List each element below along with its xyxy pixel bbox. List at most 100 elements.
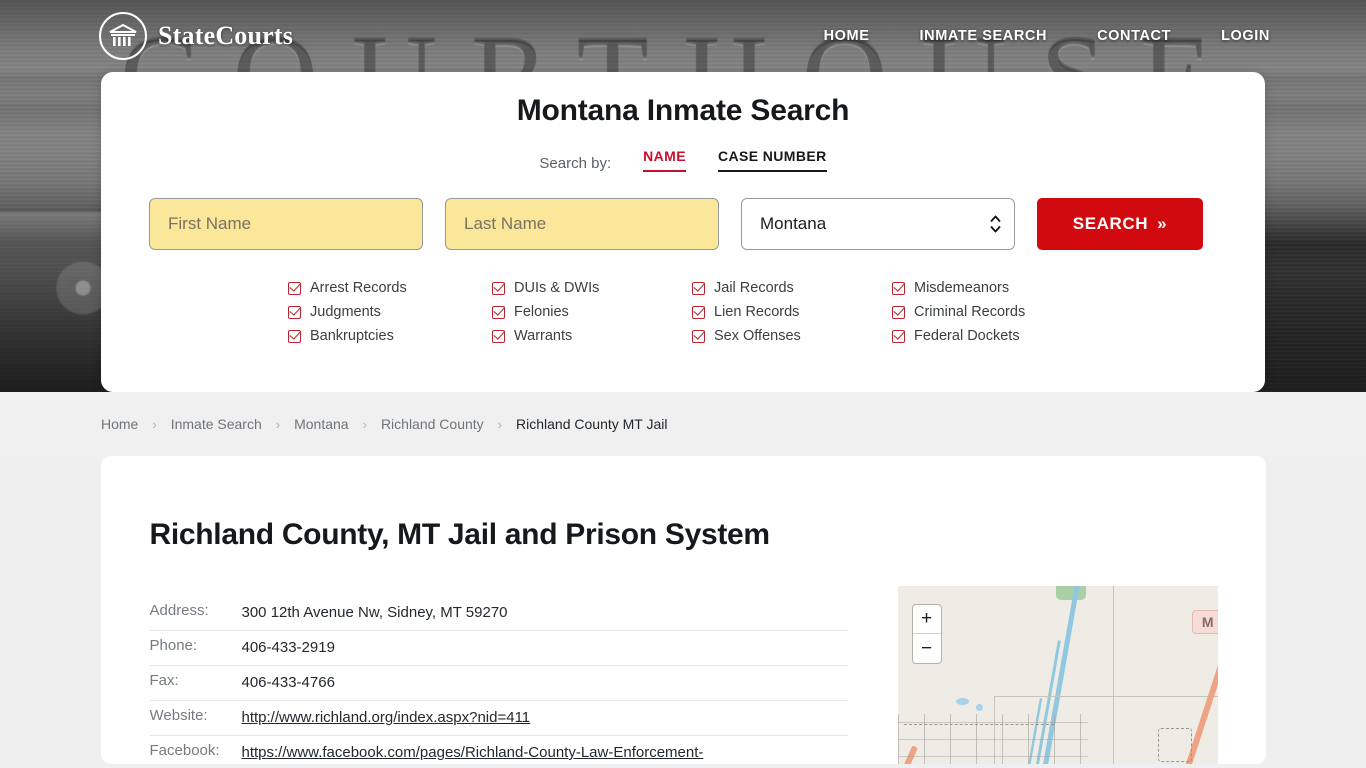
hero-banner: COURTHOUSE StateCourts HOME INMATE SEARC…: [0, 0, 1366, 392]
checkbox-checked-icon: [288, 329, 301, 343]
record-type-label: Bankruptcies: [310, 328, 394, 344]
row-value-fax: 406-433-4766: [241, 674, 335, 691]
record-type-item[interactable]: Misdemeanors: [892, 280, 1092, 296]
record-type-item[interactable]: DUIs & DWIs: [492, 280, 692, 296]
checkbox-checked-icon: [892, 305, 905, 319]
search-fields-row: Montana SEARCH »: [149, 198, 1265, 250]
main-nav: HOME INMATE SEARCH CONTACT LOGIN: [824, 28, 1270, 44]
row-label: Phone:: [149, 637, 198, 654]
first-name-input[interactable]: [149, 198, 423, 250]
row-label: Facebook:: [149, 742, 220, 759]
record-type-item[interactable]: Felonies: [492, 304, 692, 320]
record-type-label: Criminal Records: [914, 304, 1026, 320]
breadcrumb-item-richland-county[interactable]: Richland County: [381, 416, 484, 432]
record-type-label: Jail Records: [714, 280, 794, 296]
record-type-label: Warrants: [514, 328, 573, 344]
checkbox-checked-icon: [288, 281, 301, 295]
table-row: Website: http://www.richland.org/index.a…: [149, 701, 848, 736]
website-link[interactable]: http://www.richland.org/index.aspx?nid=4…: [242, 709, 531, 726]
chevron-right-icon: ›: [362, 416, 367, 432]
chevron-right-icon: ›: [497, 416, 503, 432]
breadcrumb: Home › Inmate Search › Montana › Richlan…: [0, 392, 1366, 456]
tab-name[interactable]: NAME: [643, 148, 686, 172]
table-row: Phone: 406-433-2919: [149, 631, 848, 666]
record-type-item[interactable]: Lien Records: [692, 304, 892, 320]
checkbox-checked-icon: [692, 329, 705, 343]
search-button[interactable]: SEARCH »: [1037, 198, 1203, 250]
record-type-item[interactable]: Bankruptcies: [288, 328, 492, 344]
facility-info-table: Address: 300 12th Avenue Nw, Sidney, MT …: [149, 596, 848, 764]
chevron-right-icon: ›: [152, 416, 157, 432]
record-type-item[interactable]: Judgments: [288, 304, 492, 320]
map-green-area: [1055, 586, 1086, 600]
record-type-label: Judgments: [310, 304, 381, 320]
table-row: Fax: 406-433-4766: [149, 666, 848, 701]
brand-name: StateCourts: [158, 21, 294, 50]
map-marker-label[interactable]: M: [1191, 610, 1218, 634]
nav-item-login[interactable]: LOGIN: [1221, 28, 1270, 44]
map-dashed-boundary: [1157, 728, 1192, 762]
row-value-phone: 406-433-2919: [241, 639, 335, 656]
map-dashed-boundary: [903, 724, 1054, 725]
record-type-list: Arrest Records DUIs & DWIs Jail Records …: [101, 280, 1265, 344]
search-card-title: Montana Inmate Search: [516, 94, 850, 127]
checkbox-checked-icon: [492, 329, 505, 343]
checkbox-checked-icon: [892, 329, 905, 343]
top-navigation-bar: StateCourts HOME INMATE SEARCH CONTACT L…: [0, 0, 1366, 72]
breadcrumb-item-home[interactable]: Home: [101, 416, 138, 432]
location-map[interactable]: + − M: [897, 586, 1218, 764]
nav-item-inmate-search[interactable]: INMATE SEARCH: [920, 28, 1048, 44]
record-type-label: Arrest Records: [310, 280, 407, 296]
facility-detail-card: Richland County, MT Jail and Prison Syst…: [100, 456, 1266, 764]
row-value-facebook: https://www.facebook.com/pages/Richland-…: [242, 742, 848, 764]
map-water-body: [955, 698, 969, 705]
last-name-input[interactable]: [445, 198, 719, 250]
map-street-grid: [897, 714, 1088, 764]
map-zoom-in-button[interactable]: +: [912, 605, 941, 634]
record-type-label: DUIs & DWIs: [514, 280, 600, 296]
checkbox-checked-icon: [892, 281, 905, 295]
inmate-search-card: Montana Inmate Search Search by: NAME CA…: [101, 72, 1265, 392]
record-type-label: Misdemeanors: [914, 280, 1010, 296]
record-type-item[interactable]: Arrest Records: [288, 280, 492, 296]
chevron-right-icon: ›: [275, 416, 281, 432]
row-label: Website:: [149, 707, 208, 724]
checkbox-checked-icon: [288, 305, 301, 319]
nav-item-contact[interactable]: CONTACT: [1097, 28, 1171, 44]
record-type-item[interactable]: Sex Offenses: [692, 328, 892, 344]
courthouse-circle-icon: [99, 12, 147, 60]
row-value-address: 300 12th Avenue Nw, Sidney, MT 59270: [241, 604, 508, 621]
breadcrumb-item-montana[interactable]: Montana: [294, 416, 348, 432]
record-type-label: Federal Dockets: [914, 328, 1020, 344]
record-type-item[interactable]: Federal Dockets: [892, 328, 1092, 344]
search-by-label: Search by:: [539, 155, 612, 172]
table-row: Facebook: https://www.facebook.com/pages…: [150, 736, 848, 764]
record-type-label: Sex Offenses: [714, 328, 801, 344]
record-type-item[interactable]: Warrants: [492, 328, 692, 344]
checkbox-checked-icon: [492, 305, 505, 319]
row-label: Address:: [149, 602, 209, 619]
checkbox-checked-icon: [692, 305, 705, 319]
row-label: Fax:: [149, 672, 179, 689]
nav-item-home[interactable]: HOME: [824, 28, 870, 44]
double-chevron-right-icon: »: [1157, 214, 1168, 233]
record-type-item[interactable]: Jail Records: [692, 280, 892, 296]
brand-logo-link[interactable]: StateCourts: [99, 12, 293, 60]
tab-case-number[interactable]: CASE NUMBER: [717, 148, 827, 172]
facebook-link[interactable]: https://www.facebook.com/pages/Richland-…: [242, 744, 704, 764]
search-by-row: Search by: NAME CASE NUMBER: [101, 140, 1265, 172]
map-water-body: [975, 704, 983, 711]
map-zoom-out-button[interactable]: −: [913, 634, 941, 663]
map-zoom-controls: + −: [911, 604, 942, 664]
state-select[interactable]: Montana: [741, 198, 1015, 250]
record-type-item[interactable]: Criminal Records: [892, 304, 1092, 320]
record-type-label: Lien Records: [714, 304, 800, 320]
state-select-wrapper: Montana: [741, 198, 1015, 250]
checkbox-checked-icon: [492, 281, 505, 295]
breadcrumb-item-inmate-search[interactable]: Inmate Search: [171, 416, 262, 432]
search-button-label: SEARCH: [1072, 214, 1149, 233]
table-row: Address: 300 12th Avenue Nw, Sidney, MT …: [149, 596, 848, 631]
checkbox-checked-icon: [692, 281, 705, 295]
row-value-website: http://www.richland.org/index.aspx?nid=4…: [242, 707, 531, 728]
state-select-value: Montana: [760, 214, 827, 233]
